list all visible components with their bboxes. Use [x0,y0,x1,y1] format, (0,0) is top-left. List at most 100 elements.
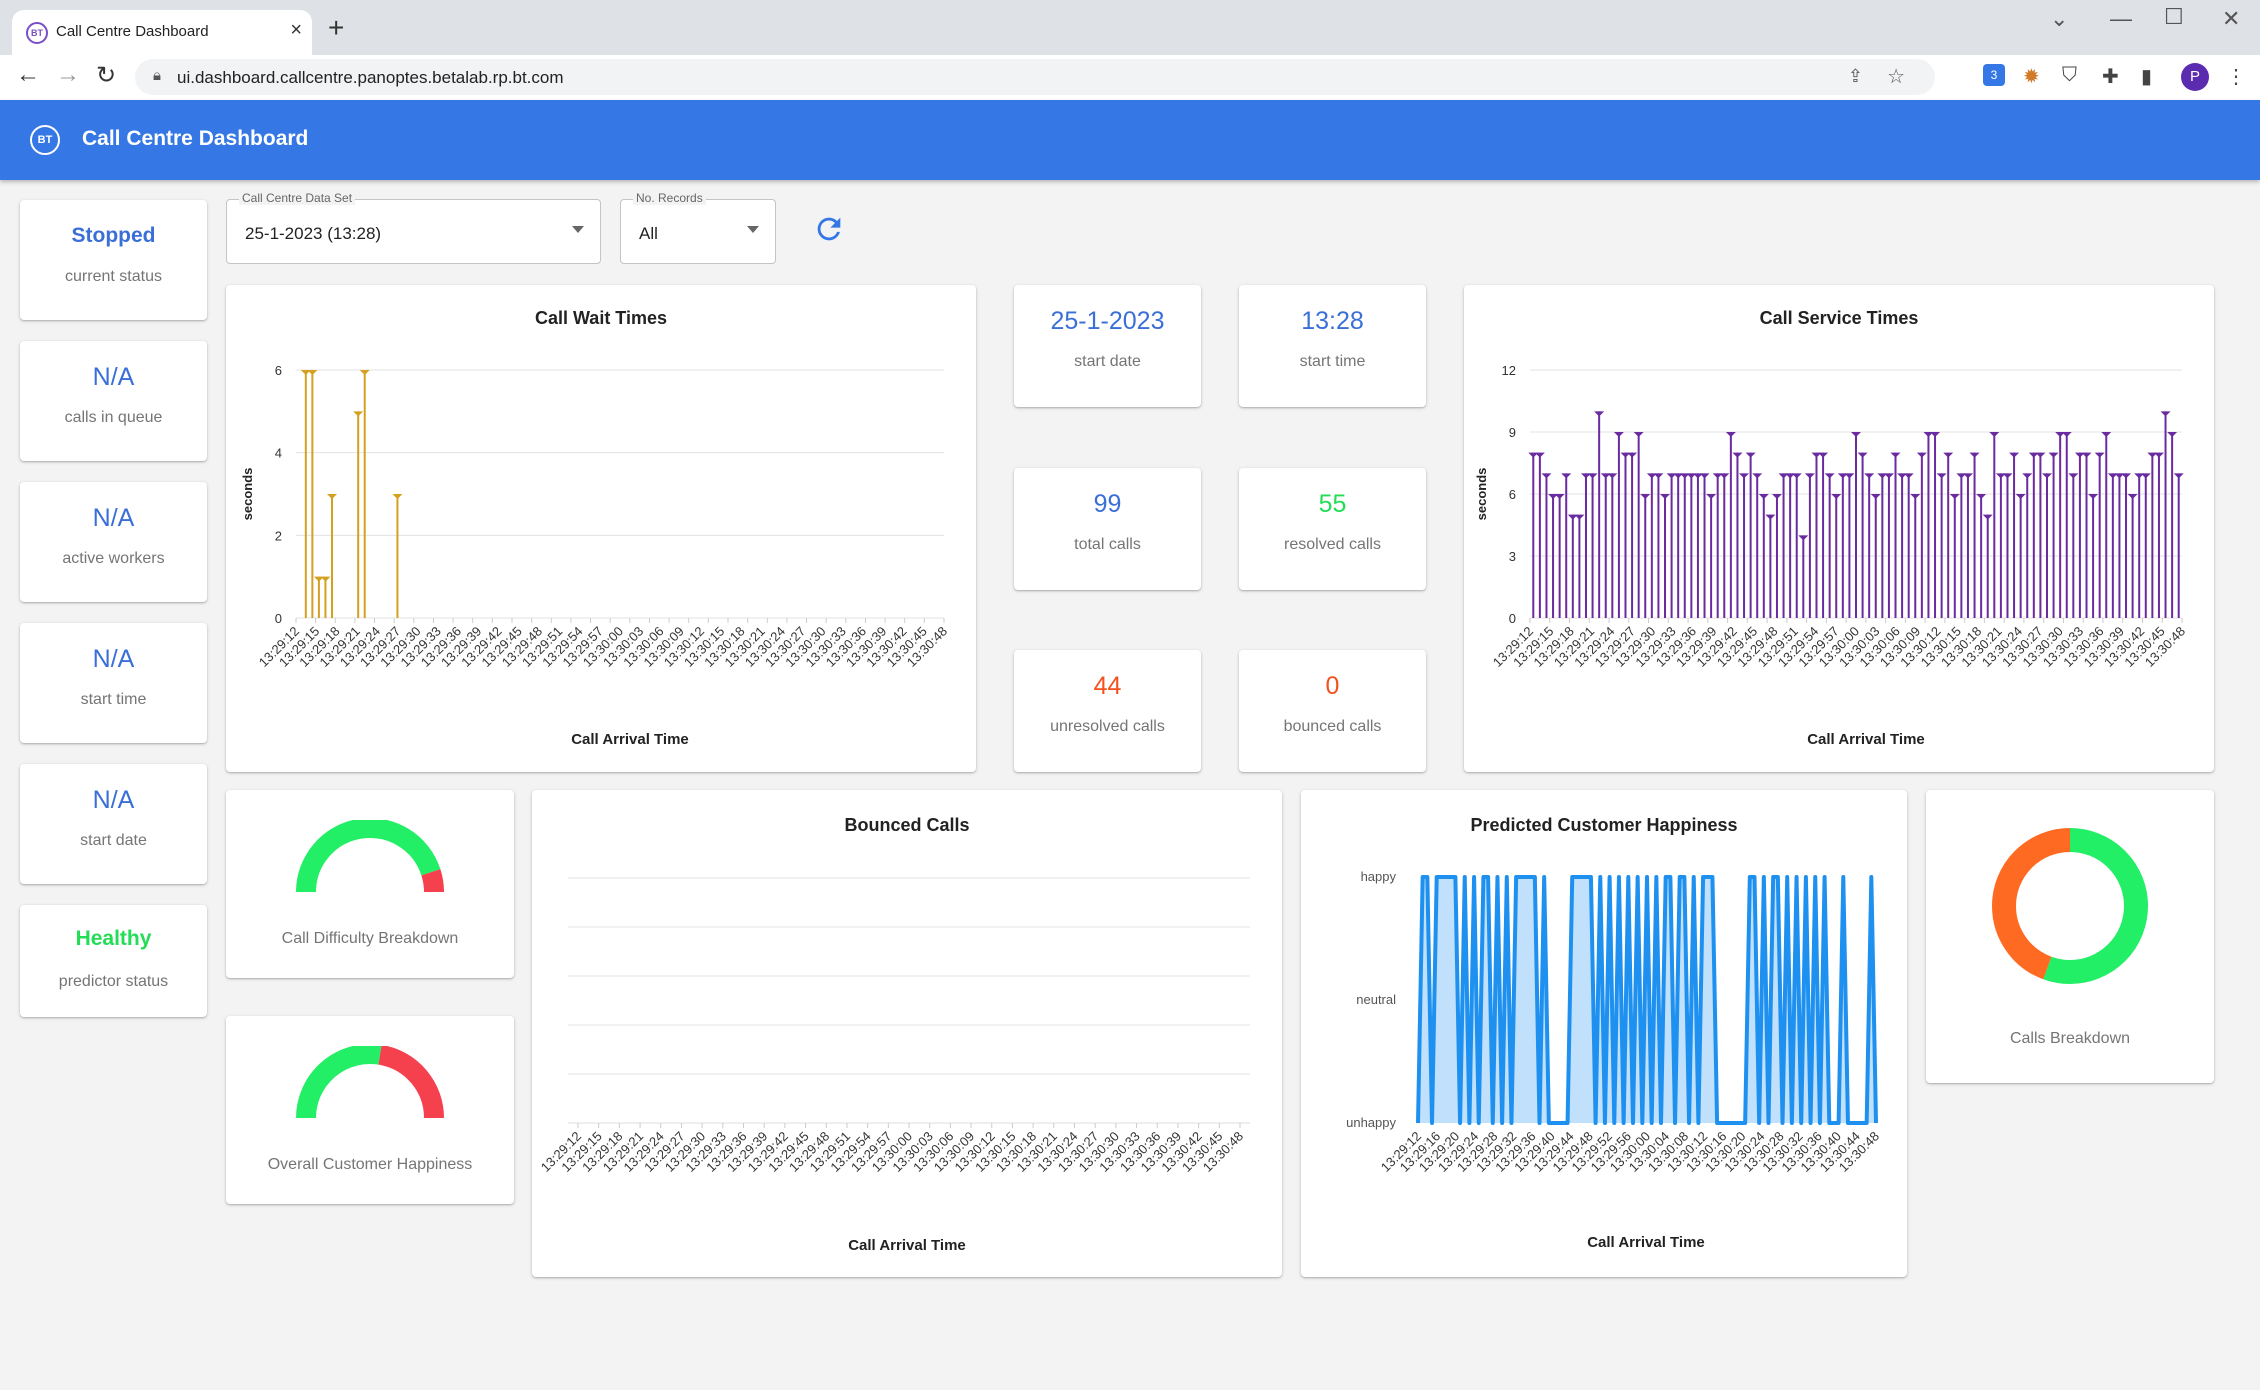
calls-breakdown-donut [1992,828,2148,984]
stat-value: 0 [1325,672,1340,700]
status-card-current-status: Stopped current status [20,200,207,320]
wait-times-chart: 0246seconds13:29:1213:29:1513:29:1813:29… [240,363,950,748]
bar-cap [2101,432,2112,437]
bar-cap [1844,473,1855,479]
bar-cap [1640,494,1651,499]
bar-cap [1982,514,1993,520]
bar-cap [2048,452,2059,458]
tab-search-icon[interactable]: ⌄ [2050,6,2068,32]
bar-cap [1534,452,1545,458]
bar-cap [1798,535,1809,541]
bar-cap [1824,473,1835,479]
url-text: ui.dashboard.callcentre.panoptes.betalab… [177,68,564,87]
shield-icon[interactable]: ⛉ [2062,64,2077,87]
close-window-icon[interactable]: ✕ [2222,6,2240,32]
bar-cap [1989,432,2000,437]
forward-icon[interactable]: → [56,61,80,89]
bar-cap [2035,452,2046,458]
y-axis-label: seconds [1474,468,1489,521]
status-card-start-date: N/A start date [20,764,207,884]
status-value: Healthy [75,927,152,950]
bar-cap [1916,452,1927,458]
bar-cap [1706,494,1717,499]
address-bar[interactable]: 🔒︎ ui.dashboard.callcentre.panoptes.beta… [135,59,1935,95]
stat-label: start time [1299,353,1366,370]
bar-cap [1831,494,1842,499]
gauge-label: Call Difficulty Breakdown [281,930,459,947]
share-icon[interactable]: ⇪ [1848,66,1863,87]
browser-tab[interactable]: BT Call Centre Dashboard × [12,10,312,55]
gauge-card-customer-happiness: Overall Customer Happiness [226,1016,514,1204]
bar-cap [2140,473,2151,479]
menu-icon[interactable]: ⋮ [2226,64,2246,89]
stat-label: bounced calls [1283,718,1382,735]
bar-cap [2167,432,2178,437]
x-axis-label: Call Arrival Time [1587,1234,1705,1251]
bar-cap [320,576,331,582]
status-label: predictor status [58,973,169,990]
status-label: active workers [62,550,165,567]
y-tick-label: 2 [275,528,282,543]
records-select-value: All [639,224,658,243]
sidepanel-icon[interactable]: ▮ [2141,64,2152,89]
y-tick-label: 9 [1509,425,1516,440]
bar-cap [2153,452,2164,458]
stat-label: start date [1074,353,1141,370]
chevron-down-icon [747,226,759,233]
bar-cap [1857,452,1868,458]
bar-cap [1653,473,1664,479]
bar-cap [1719,473,1730,479]
profile-avatar[interactable]: P [2181,63,2209,91]
maximize-icon[interactable]: ☐ [2164,4,2184,30]
calls-breakdown-card: Calls Breakdown [1926,790,2214,1083]
wait-times-card: Call Wait Times 0 2 4 6 seconds 13:29:12 13:29… [226,285,976,772]
records-select[interactable]: No. Records All [620,191,776,264]
back-icon[interactable]: ← [16,61,40,89]
extension-icon[interactable]: 3 [1983,64,2005,86]
bar-cap [1870,494,1881,499]
bar-cap [2121,473,2132,479]
x-axis-label: Call Arrival Time [1807,731,1925,748]
bar-cap [1930,432,1941,437]
reload-icon[interactable]: ↻ [96,61,116,90]
donut-label: Calls Breakdown [2009,1030,2131,1047]
bounced-calls-card: Bounced Calls 13:29:12 13:29:15 13:29:18 13… [532,790,1282,1277]
bar-cap [392,494,403,499]
settings-extension-icon[interactable]: ✹ [2023,64,2040,89]
bar-cap [1561,473,1572,479]
new-tab-icon[interactable]: + [328,12,344,44]
bar-cap [1903,473,1914,479]
bounced-calls-chart: 13:29:1213:29:1513:29:1813:29:2113:29:24… [538,877,1250,1254]
y-tick-label: 12 [1502,363,1516,378]
bar-cap [1594,411,1605,417]
bar-cap [2002,473,2013,479]
bar-cap [1633,432,1644,437]
bar-cap [1791,473,1802,479]
y-level-label: happy [1361,869,1397,884]
bt-logo: BT [30,125,60,155]
customer-happiness-gauge [296,1046,444,1119]
refresh-button[interactable] [812,212,846,246]
favicon-icon: BT [26,22,48,44]
minimize-icon[interactable]: — [2110,6,2132,32]
stat-card-start-time: 13:28 start time [1239,285,1426,407]
status-value: N/A [92,645,135,673]
puzzle-icon[interactable]: ✚ [2102,64,2119,89]
close-tab-icon[interactable]: × [290,19,302,42]
browser-toolbar: ← → ↻ 🔒︎ ui.dashboard.callcentre.panopte… [0,55,2260,100]
bar-cap [1739,473,1750,479]
dataset-select[interactable]: Call Centre Data Set 25-1-2023 (13:28) [226,191,601,264]
bookmark-star-icon[interactable]: ☆ [1887,64,1905,89]
app-title: Call Centre Dashboard [82,127,309,150]
x-axis-label: Call Arrival Time [571,731,689,748]
bar-cap [1962,473,1973,479]
bar-cap [1541,473,1552,479]
bar-cap [327,494,337,499]
status-label: start time [80,691,147,708]
stat-value: 55 [1318,490,1347,518]
lock-icon: 🔒︎ [153,67,161,84]
y-tick-label: 6 [1509,487,1516,502]
bar-cap [1804,473,1815,479]
bar-cap [2127,494,2138,499]
status-card-active-workers: N/A active workers [20,482,207,602]
